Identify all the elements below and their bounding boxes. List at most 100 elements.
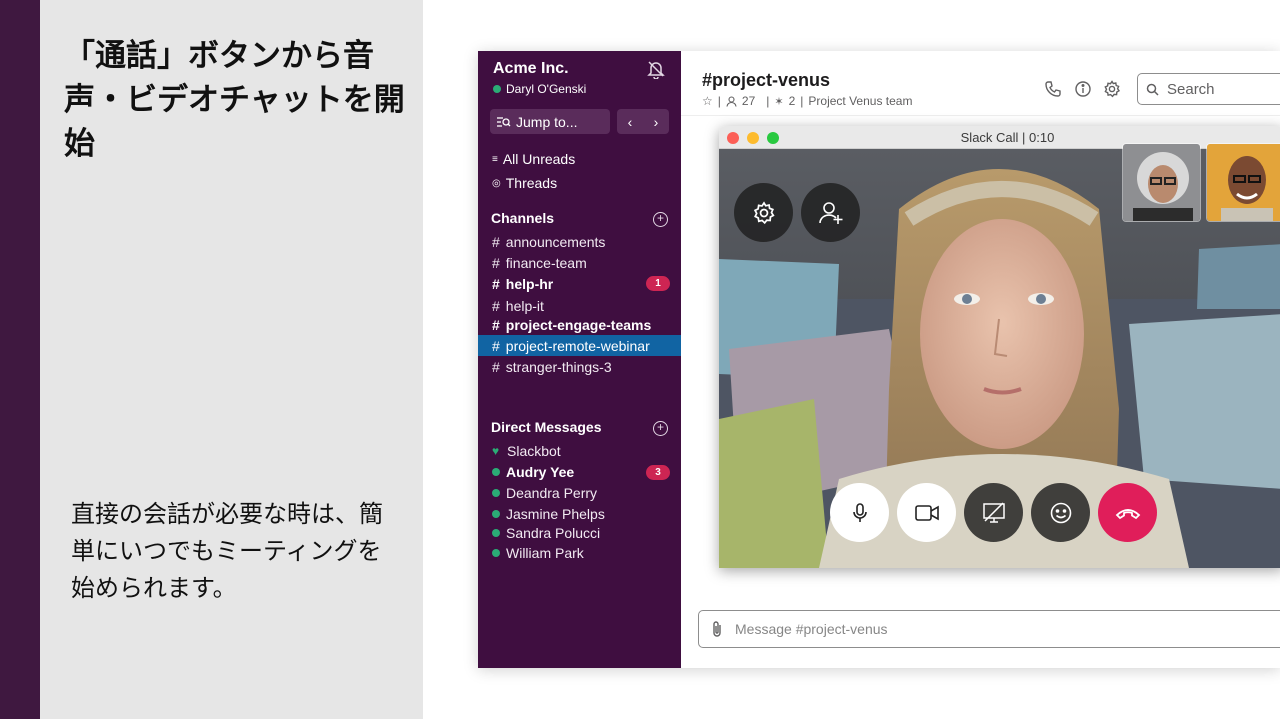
dm-heading[interactable]: Direct Messages xyxy=(491,419,602,435)
dm-item[interactable]: Audry Yee 3 xyxy=(478,462,681,482)
reactions-button[interactable] xyxy=(1031,483,1090,542)
dm-name: Slackbot xyxy=(507,443,561,459)
pin-icon: ✶ xyxy=(774,95,784,108)
presence-dot xyxy=(492,468,500,476)
presence-dot xyxy=(493,85,501,93)
dm-item[interactable]: Jasmine Phelps xyxy=(478,504,681,524)
add-person-icon xyxy=(818,201,842,224)
hash-icon: # xyxy=(492,316,500,333)
nav-threads-label: Threads xyxy=(505,175,558,191)
channel-name: stranger-things-3 xyxy=(505,358,612,375)
message-composer[interactable]: Message #project-venus xyxy=(698,610,1280,648)
bell-off-icon[interactable] xyxy=(646,59,666,79)
channel-name: announcements xyxy=(505,233,606,250)
channel-name: help-hr xyxy=(505,275,554,292)
unread-badge: 1 xyxy=(646,276,670,291)
dm-name: Sandra Polucci xyxy=(506,525,601,541)
add-dm-button[interactable]: + xyxy=(653,421,668,436)
nav-all-unreads-label: All Unreads xyxy=(502,151,576,167)
emoji-icon xyxy=(1050,502,1071,523)
paperclip-icon[interactable] xyxy=(711,620,723,638)
channel-item[interactable]: # announcements xyxy=(478,231,681,252)
hash-icon: # xyxy=(492,297,500,314)
meta-divider: | xyxy=(800,94,804,108)
dm-item[interactable]: ♥ Slackbot xyxy=(478,441,681,461)
chevron-right-icon[interactable]: › xyxy=(654,114,659,130)
star-icon[interactable]: ☆ xyxy=(702,94,713,108)
gear-icon[interactable] xyxy=(1103,80,1121,98)
screen-share-off-icon xyxy=(982,501,1005,523)
video-toggle-button[interactable] xyxy=(897,483,956,542)
hash-icon: # xyxy=(492,254,500,271)
hash-icon: # xyxy=(492,275,500,292)
current-user[interactable]: Daryl O'Genski xyxy=(493,82,586,96)
presence-dot xyxy=(492,510,500,518)
dm-item[interactable]: Sandra Polucci xyxy=(478,523,681,543)
slide-title: 「通話」ボタンから音声・ビデオチャットを開始 xyxy=(64,38,405,162)
slack-window: Acme Inc. Daryl O'Genski Jump to... ‹ › … xyxy=(478,51,1280,668)
dm-name: Jasmine Phelps xyxy=(506,506,605,522)
dm-item[interactable]: William Park xyxy=(478,543,681,563)
participant-thumbnail-1[interactable] xyxy=(1122,143,1201,222)
channel-item[interactable]: # project-remote-webinar xyxy=(478,335,681,356)
threads-icon: ◎ xyxy=(492,177,501,189)
workspace-name[interactable]: Acme Inc. xyxy=(493,60,569,78)
text-panel: 「通話」ボタンから音声・ビデオチャットを開始 直接の会話が必要な時は、簡単にいつ… xyxy=(40,0,423,719)
add-channel-button[interactable]: + xyxy=(653,212,668,227)
channel-title[interactable]: #project-venus xyxy=(702,70,830,91)
jump-to-label: Jump to... xyxy=(516,113,578,130)
meta-divider: | xyxy=(766,94,770,108)
pinned-count[interactable]: 2 xyxy=(789,94,796,108)
mute-button[interactable] xyxy=(830,483,889,542)
settings-icon xyxy=(753,200,775,224)
composer-placeholder: Message #project-venus xyxy=(735,621,888,637)
dm-name: William Park xyxy=(506,545,584,561)
dm-name: Audry Yee xyxy=(506,464,575,480)
hash-icon: # xyxy=(492,337,500,354)
hang-up-button[interactable] xyxy=(1098,483,1157,542)
hash-icon: # xyxy=(492,233,500,250)
chevron-left-icon[interactable]: ‹ xyxy=(628,114,633,130)
video-icon xyxy=(914,504,939,521)
search-input[interactable]: Search xyxy=(1137,73,1280,105)
phone-icon[interactable] xyxy=(1044,80,1062,98)
unreads-icon: ≡ xyxy=(492,153,498,165)
dm-item[interactable]: Deandra Perry xyxy=(478,483,681,503)
dm-name: Deandra Perry xyxy=(506,485,598,501)
mic-icon xyxy=(852,502,867,522)
unread-badge: 3 xyxy=(646,465,670,480)
participant-avatar-2 xyxy=(1207,144,1280,221)
channel-item[interactable]: # help-hr 1 xyxy=(478,273,681,294)
participant-thumbnail-2[interactable] xyxy=(1206,143,1280,222)
channel-item[interactable]: # stranger-things-3 xyxy=(478,356,681,377)
channel-item[interactable]: # finance-team xyxy=(478,252,681,273)
hash-icon: # xyxy=(492,358,500,375)
channel-topic: Project Venus team xyxy=(808,94,913,108)
channel-item[interactable]: # project-engage-teams xyxy=(478,314,681,335)
presence-dot xyxy=(492,549,500,557)
member-count[interactable]: 27 xyxy=(742,94,755,108)
channel-name: help-it xyxy=(505,297,544,314)
header-divider xyxy=(681,115,1280,116)
hang-up-icon xyxy=(1115,508,1140,519)
call-settings-button[interactable] xyxy=(734,183,793,242)
nav-threads[interactable]: ◎ Threads xyxy=(492,175,557,191)
channel-name: project-engage-teams xyxy=(505,316,652,333)
jump-to-button[interactable]: Jump to... xyxy=(490,109,610,134)
channels-heading[interactable]: Channels xyxy=(491,210,554,226)
meta-divider: | xyxy=(717,94,721,108)
info-icon[interactable] xyxy=(1074,80,1092,98)
channel-name: project-remote-webinar xyxy=(505,337,650,354)
member-icon xyxy=(726,95,737,107)
add-participant-button[interactable] xyxy=(801,183,860,242)
slide-body: 直接の会話が必要な時は、簡単にいつでもミーティングを始められます。 xyxy=(71,500,383,602)
presence-dot xyxy=(492,489,500,497)
nav-all-unreads[interactable]: ≡ All Unreads xyxy=(492,151,575,167)
search-placeholder: Search xyxy=(1167,80,1215,98)
channel-view: #project-venus ☆ | 27 | ✶ 2 | Project Ve… xyxy=(681,51,1280,668)
screen-share-button[interactable] xyxy=(964,483,1023,542)
current-user-name: Daryl O'Genski xyxy=(506,82,587,96)
jump-icon xyxy=(497,116,511,127)
channel-item[interactable]: # help-it xyxy=(478,295,681,316)
presence-dot xyxy=(492,529,500,537)
